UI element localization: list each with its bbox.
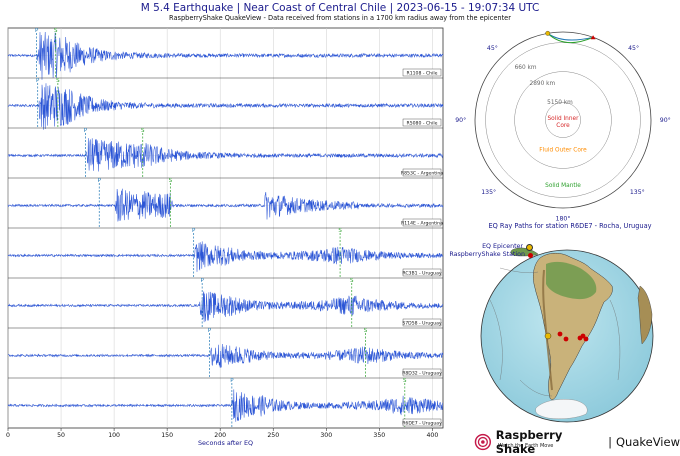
outer-core-label: Fluid Outer Core — [539, 148, 587, 154]
x-tick-label: 50 — [57, 432, 65, 439]
raypath-diagram: 45° 45°90° 90°135° 135°180°660 km2890 km515… — [455, 30, 671, 223]
degree-label: 135° — [630, 188, 645, 196]
p-arrival-label: P — [35, 28, 39, 34]
epicenter-marker — [544, 332, 552, 340]
brand-product: QuakeView — [615, 435, 680, 449]
s-arrival-label: S — [56, 78, 60, 84]
x-tick-label: 100 — [108, 432, 120, 439]
x-tick-label: 0 — [6, 432, 10, 439]
waveform-trace — [7, 83, 444, 130]
raypath-epicenter-marker — [545, 30, 551, 36]
station-label: RC3B1 - Uruguay — [402, 270, 442, 276]
s-arrival-label: S — [141, 128, 145, 134]
x-axis-label: Seconds after EQ — [198, 439, 253, 447]
p-arrival-label: P — [98, 178, 102, 184]
x-tick-label: 350 — [373, 432, 385, 439]
x-tick-label: 150 — [161, 432, 173, 439]
mantle-label: Solid Mantle — [545, 183, 581, 189]
depth-label: 660 km — [515, 65, 537, 71]
s-arrival-label: S — [364, 328, 368, 334]
epicenter-marker-icon — [526, 243, 533, 251]
globe-map — [480, 247, 654, 423]
station-label: R8D32 - Uruguay — [402, 370, 442, 376]
inner-core-label: Core — [556, 123, 570, 129]
depth-label: 5150 km — [547, 100, 573, 106]
station-marker — [563, 336, 569, 342]
degree-label: 90° — [660, 116, 671, 124]
map-legend: EQ Epicenter RaspberryShake Station — [443, 243, 533, 259]
waveform-trace — [7, 291, 444, 323]
waveform-trace — [7, 138, 443, 172]
p-arrival-label: P — [192, 228, 196, 234]
waveform-trace — [7, 389, 444, 422]
x-tick-label: 400 — [426, 432, 438, 439]
station-label: R1108 - Chile — [407, 70, 438, 76]
s-arrival-label: S — [403, 378, 407, 384]
station-marker — [557, 331, 563, 337]
legend-station-label: RaspberryShake Station — [449, 251, 525, 258]
p-arrival-label: P — [36, 78, 40, 84]
station-marker — [583, 336, 589, 342]
x-tick-label: 250 — [267, 432, 279, 439]
inner-core-label: Solid Inner — [548, 116, 580, 122]
waveform-trace — [7, 241, 444, 272]
depth-label: 2890 km — [530, 81, 556, 87]
p-arrival-label: P — [200, 278, 204, 284]
x-tick-label: 300 — [320, 432, 332, 439]
brand-tagline: Watch the Earth Move — [498, 443, 554, 449]
station-label: R5080 - Chile — [407, 120, 438, 126]
legend-epicenter-label: EQ Epicenter — [482, 243, 523, 250]
p-arrival-label: P — [208, 328, 212, 334]
s-arrival-label: S — [169, 178, 173, 184]
station-label: R114E - Argentina — [401, 220, 443, 226]
station-marker-icon — [528, 252, 533, 258]
raspberry-logo-icon — [474, 433, 492, 451]
station-label: S7D58 - Uruguay — [402, 320, 442, 326]
raypath-title: EQ Ray Paths for station R6DE7 - Rocha, … — [488, 222, 652, 230]
s-arrival-label: S — [54, 28, 58, 34]
p-arrival-label: P — [230, 378, 234, 384]
station-label: R6DE7 - Uruguay — [402, 420, 442, 426]
degree-label: 45° — [628, 44, 639, 52]
s-arrival-label: S — [350, 278, 354, 284]
station-label: R853C - Argentina — [401, 170, 443, 176]
degree-label: 45° — [487, 44, 498, 52]
raspberry-shake-logo: Raspberry Shake | QuakeView — [474, 428, 680, 456]
waveform-trace — [7, 188, 444, 222]
waveform-trace — [7, 31, 444, 80]
brand-name: Raspberry Shake — [495, 428, 563, 456]
x-tick-label: 200 — [214, 432, 226, 439]
degree-label: 90° — [455, 116, 466, 124]
s-arrival-label: S — [338, 228, 342, 234]
p-arrival-label: P — [84, 128, 88, 134]
brand-separator: | — [608, 435, 612, 449]
degree-label: 135° — [481, 188, 496, 196]
waveform-trace — [7, 343, 444, 368]
